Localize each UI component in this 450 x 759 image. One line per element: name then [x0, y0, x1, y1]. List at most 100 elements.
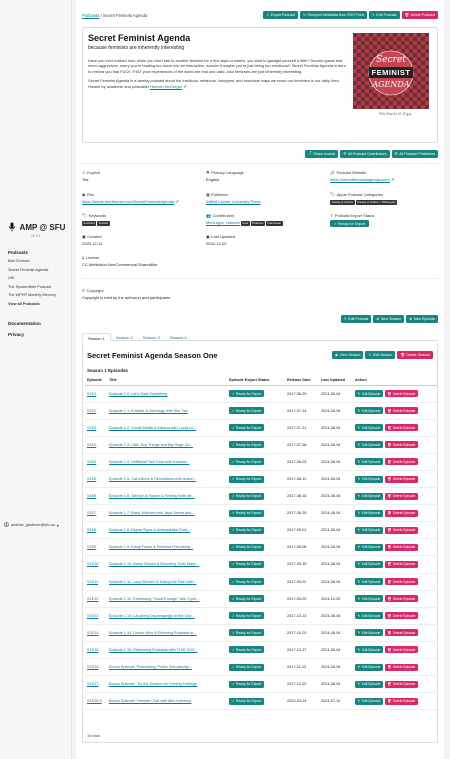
episode-code-link[interactable]: S1E10 — [87, 562, 98, 566]
episode-title-link[interactable]: Bonus Episode: Podcasting, Public Schola… — [109, 665, 192, 669]
edit-episode-button[interactable]: ✎ Edit Episode — [355, 475, 383, 483]
delete-episode-button[interactable]: 🗑 Delete Episode — [384, 424, 418, 432]
episode-code-link[interactable]: S1E1 — [87, 392, 96, 396]
user-menu[interactable]: andrew_gardener@sfu.ca ▾ — [4, 522, 59, 528]
delete-episode-button[interactable]: 🗑 Delete Episode — [384, 680, 418, 688]
episode-code-link[interactable]: S1E3 — [87, 426, 96, 430]
episode-code-link[interactable]: S1E7 — [87, 511, 96, 515]
edit-episode-button[interactable]: ✎ Edit Episode — [355, 407, 383, 415]
delete-episode-button[interactable]: 🗑 Delete Episode — [384, 646, 418, 654]
brand[interactable]: AMP @ SFU v0.0.1 — [6, 222, 66, 238]
delete-episode-button[interactable]: 🗑 Delete Episode — [384, 697, 418, 705]
sidebar-item-bad-choices[interactable]: Bad Choices — [8, 259, 68, 263]
episode-code-link[interactable]: S1E2 — [87, 409, 96, 413]
episode-title-link[interactable]: Episode 1.9: Emoji Faces & Feminist Frie… — [109, 545, 193, 549]
episode-title-link[interactable]: Episode 1.0: Let's Start Something — [109, 392, 167, 396]
edit-episode-button[interactable]: ✎ Edit Episode — [355, 663, 383, 671]
edit-episode-button[interactable]: ✎ Edit Episode — [355, 458, 383, 466]
edit-season-button[interactable]: ✎ Edit Season — [365, 351, 396, 359]
delete-episode-button[interactable]: 🗑 Delete Episode — [384, 458, 418, 466]
delete-episode-button[interactable]: 🗑 Delete Episode — [384, 509, 418, 517]
edit-episode-button[interactable]: ✎ Edit Episode — [355, 509, 383, 517]
host-link[interactable]: Hannah McGregor — [150, 84, 182, 89]
delete-season-button[interactable]: 🗑 Delete Season — [397, 351, 433, 359]
delete-episode-button[interactable]: 🗑 Delete Episode — [384, 543, 418, 551]
episode-title-link[interactable]: Bonus Episode: Fireside Chat with Alex K… — [109, 699, 191, 703]
edit-episode-button[interactable]: ✎ Edit Episode — [355, 595, 383, 603]
edit-episode-button[interactable]: ✎ Edit Episode — [355, 390, 383, 398]
episode-code-link[interactable]: S1E17 — [87, 682, 98, 686]
sidebar-item-spokenweb[interactable]: The SpokenWeb Podcast — [8, 285, 68, 289]
tab-season-2[interactable]: Season 2 — [111, 333, 138, 340]
view-season-button[interactable]: ◉ View Season — [331, 351, 364, 359]
privacy-link[interactable]: Privacy — [8, 332, 41, 337]
delete-episode-button[interactable]: 🗑 Delete Episode — [384, 595, 418, 603]
episode-code-link[interactable]: S1E4 — [87, 460, 96, 464]
sidebar-item-secret-feminist-agenda[interactable]: Secret Feminist Agenda — [8, 268, 68, 272]
delete-episode-button[interactable]: 🗑 Delete Episode — [384, 441, 418, 449]
all-publishers-button[interactable]: ☰ All Podcast Publishers — [391, 150, 438, 158]
episode-code-link[interactable]: S1E16 — [87, 665, 98, 669]
delete-podcast-button[interactable]: 🗑 Delete Podcast — [401, 11, 438, 19]
edit-podcast-button-2[interactable]: ✎ Edit Podcast — [340, 315, 372, 323]
edit-episode-button[interactable]: ✎ Edit Episode — [355, 697, 383, 705]
edit-episode-button[interactable]: ✎ Edit Episode — [355, 680, 383, 688]
episode-title-link[interactable]: Episode 1.1: Eveliver & Astrology with K… — [109, 409, 188, 413]
edit-episode-button[interactable]: ✎ Edit Episode — [355, 441, 383, 449]
all-contributors-button[interactable]: ☰ All Podcast Contributors — [340, 150, 390, 158]
delete-episode-button[interactable]: 🗑 Delete Episode — [384, 612, 418, 620]
episode-code-link[interactable]: S1E15 — [87, 648, 98, 652]
delete-episode-button[interactable]: 🗑 Delete Episode — [384, 629, 418, 637]
delete-episode-button[interactable]: 🗑 Delete Episode — [384, 578, 418, 586]
tab-season-1[interactable]: Season 1 — [82, 333, 111, 341]
tab-season-3[interactable]: Season 3 — [138, 333, 165, 340]
website-link[interactable]: https://secretfeministagenda.com/ — [330, 177, 390, 182]
episode-title-link[interactable]: Episode 1.15: Rethinking Podcasts with T… — [109, 648, 197, 652]
publisher-link[interactable]: Wilfrid Laurier University Press — [206, 199, 261, 204]
episode-code-link[interactable]: S1E14 — [87, 631, 98, 635]
episode-title-link[interactable]: Episode 1.10: Bathy Noises & Decoding To… — [109, 562, 199, 566]
episode-code-link[interactable]: S1E5 — [87, 477, 96, 481]
episode-title-link[interactable]: Episode 1.5: Cat-Intions & Revolutions w… — [109, 477, 196, 481]
edit-episode-button[interactable]: ✎ Edit Episode — [355, 560, 383, 568]
episode-code-link[interactable]: S1E18.5 — [87, 699, 102, 703]
episode-title-link[interactable]: Bonus Episode: 'Tis the Season for Feeli… — [109, 682, 197, 686]
episode-title-link[interactable]: Episode 1.8: Bigma Signs & Anticapitalis… — [109, 528, 190, 532]
sidebar-item-uki[interactable]: UKI — [8, 276, 68, 280]
delete-episode-button[interactable]: 🗑 Delete Episode — [384, 407, 418, 415]
delete-episode-button[interactable]: 🗑 Delete Episode — [384, 492, 418, 500]
export-podcast-button[interactable]: ⇩ Export Podcast — [263, 11, 299, 19]
episode-code-link[interactable]: S1E8 — [87, 528, 96, 532]
delete-episode-button[interactable]: 🗑 Delete Episode — [384, 475, 418, 483]
episode-code-link[interactable]: S1E13 — [87, 614, 98, 618]
edit-episode-button[interactable]: ✎ Edit Episode — [355, 612, 383, 620]
edit-episode-button[interactable]: ✎ Edit Episode — [355, 492, 383, 500]
episode-code-link[interactable]: S1E11 — [87, 580, 98, 584]
episode-title-link[interactable]: Episode 1.13: Laughing Disparagingly at … — [109, 614, 195, 618]
episode-code-link[interactable]: S1E12 — [87, 597, 98, 601]
breadcrumb-podcasts[interactable]: Podcasts — [82, 13, 99, 18]
edit-podcast-button[interactable]: ✎ Edit Podcast — [368, 11, 400, 19]
sidebar-item-wphp[interactable]: The WPHP Monthly Mercury — [8, 293, 68, 297]
episode-title-link[interactable]: Episode 1.6: Taking Up Space & Feeling S… — [109, 494, 195, 498]
episode-title-link[interactable]: Episode 1.14: Doctor Who & Planning Podc… — [109, 631, 197, 635]
delete-episode-button[interactable]: 🗑 Delete Episode — [384, 560, 418, 568]
episode-code-link[interactable]: S1E6 — [87, 494, 96, 498]
edit-episode-button[interactable]: ✎ Edit Episode — [355, 629, 383, 637]
edit-episode-button[interactable]: ✎ Edit Episode — [355, 424, 383, 432]
episode-title-link[interactable]: Episode 1.12: Embracing "Good Enough" wi… — [109, 597, 200, 601]
episode-title-link[interactable]: Episode 1.2: Social Media & Misana with … — [109, 426, 196, 430]
episode-title-link[interactable]: Episode 1.4: Hufflepuff Self Care with K… — [109, 460, 189, 464]
new-season-button[interactable]: ⊕ New Season — [373, 315, 405, 323]
tab-season-4[interactable]: Season 4 — [165, 333, 192, 340]
delete-episode-button[interactable]: 🗑 Delete Episode — [384, 663, 418, 671]
rss-link[interactable]: https://feeds.feedburner.com/SecretFemin… — [82, 199, 174, 204]
episode-code-link[interactable]: S1E4 — [87, 443, 96, 447]
episode-code-link[interactable]: S1E9 — [87, 545, 96, 549]
edit-episode-button[interactable]: ✎ Edit Episode — [355, 578, 383, 586]
edit-episode-button[interactable]: ✎ Edit Episode — [355, 526, 383, 534]
episode-title-link[interactable]: Episode 1.7: Basic Witches with Jaya See… — [109, 511, 194, 515]
delete-episode-button[interactable]: 🗑 Delete Episode — [384, 390, 418, 398]
sidebar-item-view-all[interactable]: View all Podcasts — [8, 302, 68, 306]
new-episode-button[interactable]: ⊕ New Episode — [406, 315, 438, 323]
